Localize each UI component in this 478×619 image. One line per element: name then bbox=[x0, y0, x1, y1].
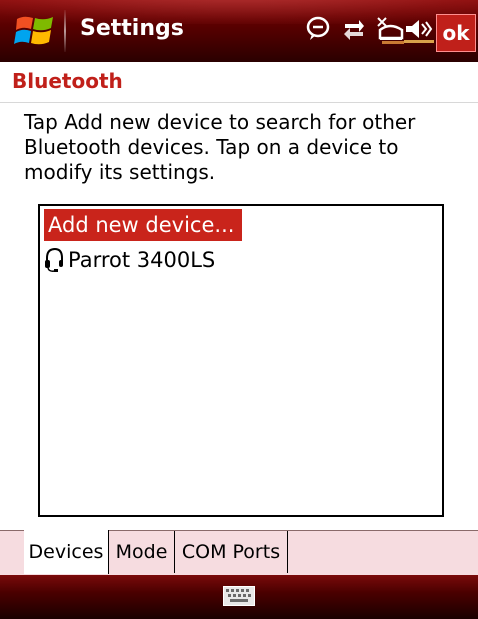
instructions-text: Tap Add new device to search for other B… bbox=[24, 110, 416, 184]
title-bar: Settings ok bbox=[0, 0, 478, 62]
list-item-label: Parrot 3400LS bbox=[68, 248, 216, 272]
volume-icon[interactable] bbox=[404, 16, 434, 44]
notification-icon[interactable] bbox=[306, 16, 330, 42]
signal-icon[interactable] bbox=[376, 16, 404, 44]
ok-button[interactable]: ok bbox=[436, 14, 476, 52]
page-title: Settings bbox=[80, 16, 184, 41]
keyboard-icon[interactable] bbox=[223, 586, 255, 606]
tab-bar: Devices Mode COM Ports bbox=[0, 530, 478, 575]
title-separator bbox=[64, 10, 66, 52]
device-list[interactable]: Add new device... Parrot 3400LS bbox=[38, 204, 444, 517]
section-header: Bluetooth bbox=[0, 62, 478, 103]
windows-start-icon[interactable] bbox=[14, 11, 56, 51]
list-item-parrot-device[interactable]: Parrot 3400LS bbox=[44, 244, 215, 276]
tab-devices[interactable]: Devices bbox=[24, 530, 109, 574]
connectivity-icon[interactable] bbox=[342, 16, 366, 42]
headset-icon bbox=[45, 247, 63, 272]
list-item-label: Add new device... bbox=[48, 213, 235, 237]
list-item-add-new-device[interactable]: Add new device... bbox=[44, 209, 243, 241]
section-title: Bluetooth bbox=[12, 69, 123, 93]
tab-com-ports[interactable]: COM Ports bbox=[175, 531, 288, 573]
tab-mode[interactable]: Mode bbox=[109, 531, 175, 573]
